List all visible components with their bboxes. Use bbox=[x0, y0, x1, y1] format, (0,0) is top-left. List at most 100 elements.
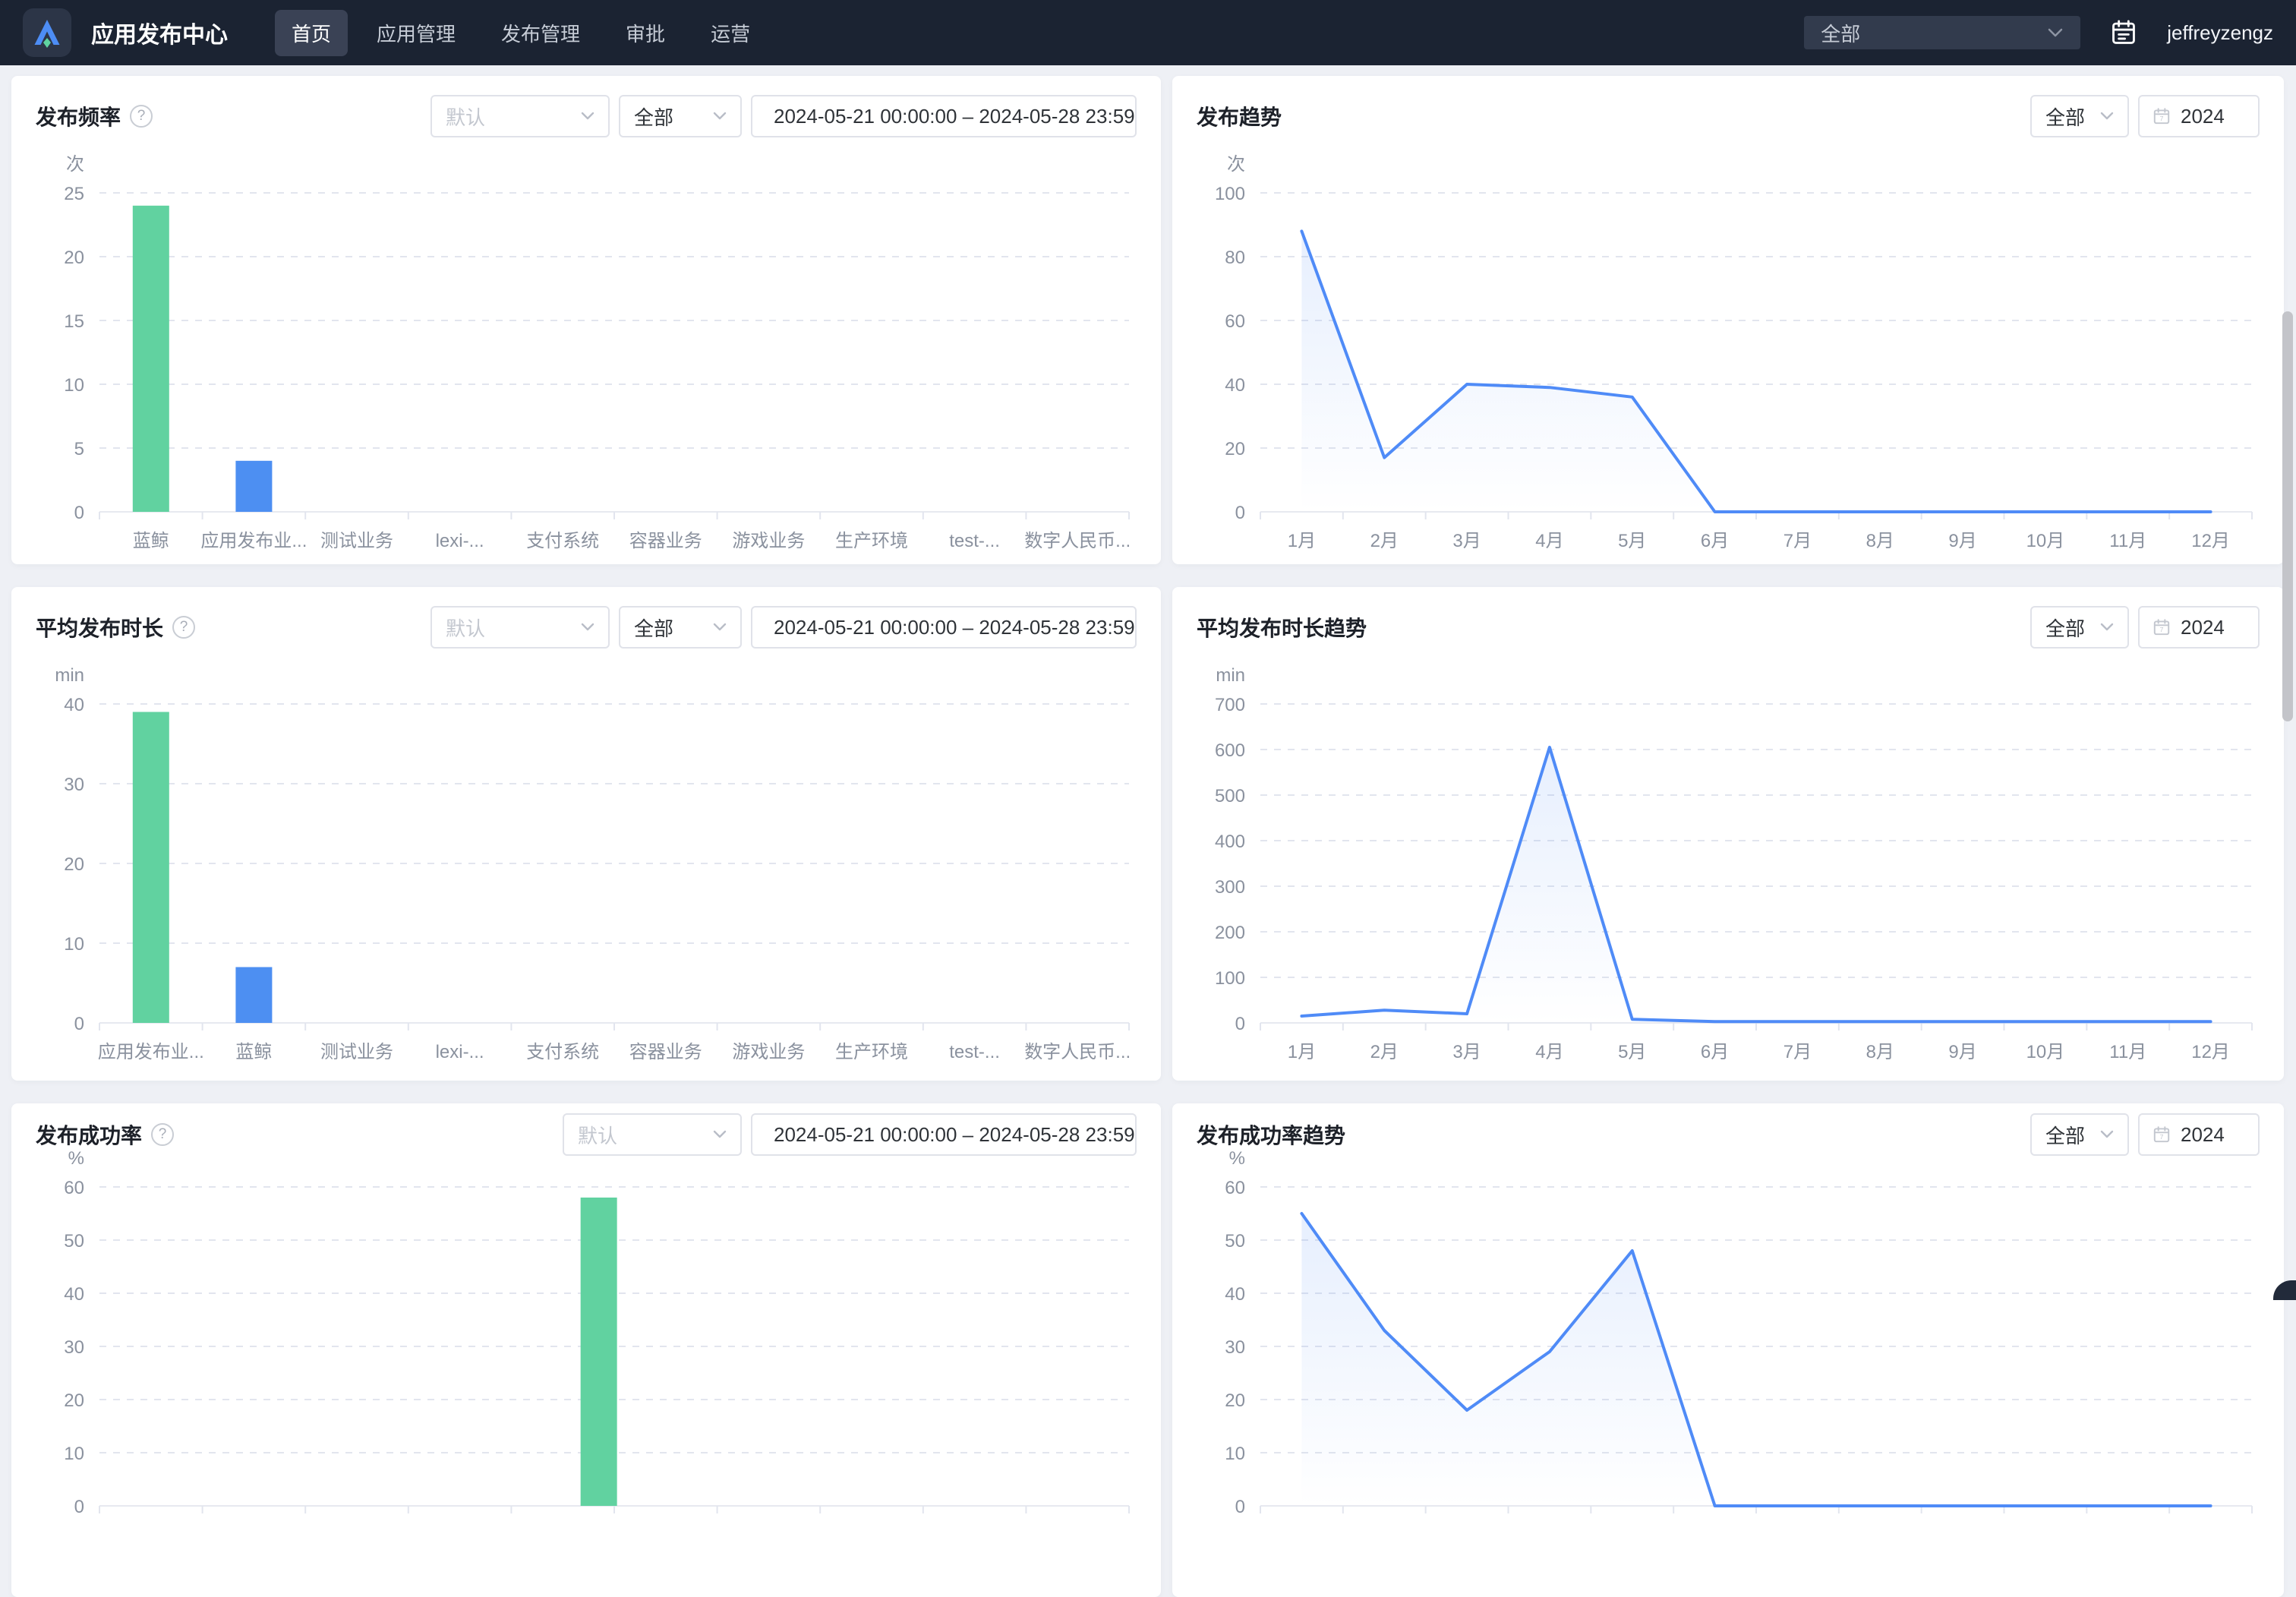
card-success-rate: 发布成功率 ? 默认 7 2024-05-21 00:00:00 – 2024-… bbox=[11, 1103, 1161, 1597]
svg-text:次: 次 bbox=[66, 154, 84, 175]
svg-text:7月: 7月 bbox=[1784, 1042, 1812, 1062]
svg-text:test-...: test-... bbox=[949, 531, 1000, 551]
bar-chart-success-rate: 0102030405060% bbox=[36, 1166, 1137, 1559]
metric-select[interactable]: 默认 bbox=[563, 1113, 742, 1156]
svg-text:游戏业务: 游戏业务 bbox=[732, 1042, 805, 1062]
svg-text:生产环境: 生产环境 bbox=[835, 531, 908, 551]
page-scrollbar-thumb[interactable] bbox=[2282, 311, 2293, 721]
svg-text:25: 25 bbox=[64, 184, 84, 204]
global-scope-value: 全部 bbox=[1821, 19, 1860, 47]
card-avg-duration: 平均发布时长 ? 默认 全部 7 2024-05-21 00:00:00 – 2… bbox=[11, 587, 1161, 1081]
card-release-trend: 发布趋势 全部 7 2024 020406080100次1月2月3月4月5月6月… bbox=[1172, 76, 2284, 564]
svg-text:5: 5 bbox=[74, 439, 84, 459]
svg-text:40: 40 bbox=[1225, 1284, 1245, 1305]
svg-text:10: 10 bbox=[64, 934, 84, 955]
svg-text:test-...: test-... bbox=[949, 1042, 1000, 1062]
svg-text:12月: 12月 bbox=[2191, 1042, 2230, 1062]
svg-text:600: 600 bbox=[1215, 740, 1245, 761]
tab-home[interactable]: 首页 bbox=[275, 10, 348, 56]
logo-icon bbox=[30, 16, 64, 49]
svg-text:400: 400 bbox=[1215, 832, 1245, 852]
card-release-frequency: 发布频率 ? 默认 全部 7 2024-05-21 00:00:00 – 202… bbox=[11, 76, 1161, 564]
svg-text:7月: 7月 bbox=[1784, 531, 1812, 551]
tab-release-management[interactable]: 发布管理 bbox=[484, 10, 597, 56]
svg-text:200: 200 bbox=[1215, 923, 1245, 943]
date-range-picker[interactable]: 7 2024-05-21 00:00:00 – 2024-05-28 23:59… bbox=[751, 1113, 1137, 1156]
chevron-down-icon bbox=[2100, 112, 2114, 121]
svg-text:6月: 6月 bbox=[1701, 1042, 1729, 1062]
svg-text:20: 20 bbox=[1225, 439, 1245, 459]
svg-text:30: 30 bbox=[64, 775, 84, 795]
main-nav: 首页 应用管理 发布管理 审批 运营 bbox=[275, 10, 767, 56]
svg-text:30: 30 bbox=[1225, 1337, 1245, 1358]
help-icon[interactable]: ? bbox=[172, 616, 195, 639]
svg-text:10: 10 bbox=[64, 1444, 84, 1464]
calendar-icon: 7 bbox=[2152, 617, 2171, 637]
svg-text:4月: 4月 bbox=[1535, 1042, 1563, 1062]
global-scope-select[interactable]: 全部 bbox=[1804, 16, 2080, 49]
svg-text:容器业务: 容器业务 bbox=[629, 531, 702, 551]
svg-text:20: 20 bbox=[1225, 1390, 1245, 1411]
scope-select[interactable]: 全部 bbox=[2030, 606, 2129, 649]
metric-select[interactable]: 默认 bbox=[430, 95, 610, 137]
date-range-picker[interactable]: 7 2024-05-21 00:00:00 – 2024-05-28 23:59… bbox=[751, 95, 1137, 137]
scope-select[interactable]: 全部 bbox=[2030, 1113, 2129, 1156]
svg-text:测试业务: 测试业务 bbox=[320, 531, 393, 551]
svg-text:100: 100 bbox=[1215, 184, 1245, 204]
svg-text:0: 0 bbox=[1235, 1497, 1245, 1517]
year-picker[interactable]: 7 2024 bbox=[2138, 606, 2260, 649]
bar-chart-release-frequency: 0510152025次蓝鲸应用发布业...测试业务lexi-...支付系统容器业… bbox=[36, 150, 1137, 565]
svg-text:50: 50 bbox=[1225, 1231, 1245, 1251]
svg-text:3月: 3月 bbox=[1452, 531, 1481, 551]
card-title-release-trend: 发布趋势 bbox=[1197, 101, 1282, 131]
scope-select[interactable]: 全部 bbox=[619, 95, 742, 137]
svg-text:6月: 6月 bbox=[1701, 531, 1729, 551]
card-title-success-rate-trend: 发布成功率趋势 bbox=[1197, 1119, 1345, 1150]
tab-app-management[interactable]: 应用管理 bbox=[360, 10, 472, 56]
svg-text:应用发布业...: 应用发布业... bbox=[200, 531, 307, 551]
line-chart-success-rate-trend: 0102030405060% bbox=[1197, 1166, 2260, 1559]
svg-text:0: 0 bbox=[74, 1014, 84, 1034]
schedule-calendar-icon[interactable] bbox=[2109, 18, 2138, 47]
chevron-down-icon bbox=[581, 112, 594, 121]
svg-text:3月: 3月 bbox=[1452, 1042, 1481, 1062]
svg-text:lexi-...: lexi-... bbox=[436, 1042, 484, 1062]
help-icon[interactable]: ? bbox=[151, 1123, 174, 1146]
chevron-down-icon bbox=[713, 112, 727, 121]
metric-select[interactable]: 默认 bbox=[430, 606, 610, 649]
svg-text:20: 20 bbox=[64, 248, 84, 268]
card-success-rate-trend: 发布成功率趋势 全部 7 2024 0102030405060% bbox=[1172, 1103, 2284, 1597]
username[interactable]: jeffreyzengz bbox=[2167, 21, 2273, 45]
scope-select[interactable]: 全部 bbox=[619, 606, 742, 649]
scope-select[interactable]: 全部 bbox=[2030, 95, 2129, 137]
svg-text:10月: 10月 bbox=[2026, 531, 2065, 551]
svg-text:300: 300 bbox=[1215, 877, 1245, 898]
calendar-icon: 7 bbox=[2152, 106, 2171, 126]
svg-text:11月: 11月 bbox=[2109, 531, 2146, 551]
tab-operations[interactable]: 运营 bbox=[694, 10, 767, 56]
svg-text:生产环境: 生产环境 bbox=[835, 1042, 908, 1062]
svg-text:80: 80 bbox=[1225, 248, 1245, 268]
svg-text:40: 40 bbox=[64, 1284, 84, 1305]
svg-text:测试业务: 测试业务 bbox=[320, 1042, 393, 1062]
svg-text:11月: 11月 bbox=[2109, 1042, 2146, 1062]
year-picker[interactable]: 7 2024 bbox=[2138, 95, 2260, 137]
svg-text:40: 40 bbox=[1225, 375, 1245, 396]
svg-text:10: 10 bbox=[1225, 1444, 1245, 1464]
svg-text:数字人民币...: 数字人民币... bbox=[1024, 1042, 1131, 1062]
svg-text:应用发布业...: 应用发布业... bbox=[98, 1042, 204, 1062]
tab-approval[interactable]: 审批 bbox=[609, 10, 682, 56]
date-range-picker[interactable]: 7 2024-05-21 00:00:00 – 2024-05-28 23:59… bbox=[751, 606, 1137, 649]
card-title-release-frequency: 发布频率 bbox=[36, 101, 121, 131]
dashboard-grid: 发布频率 ? 默认 全部 7 2024-05-21 00:00:00 – 202… bbox=[0, 65, 2296, 1597]
chevron-down-icon bbox=[2100, 623, 2114, 632]
card-avg-duration-trend: 平均发布时长趋势 全部 7 2024 010020030040050060070… bbox=[1172, 587, 2284, 1081]
year-picker[interactable]: 7 2024 bbox=[2138, 1113, 2260, 1156]
svg-text:12月: 12月 bbox=[2191, 531, 2230, 551]
svg-text:8月: 8月 bbox=[1866, 1042, 1894, 1062]
svg-text:500: 500 bbox=[1215, 786, 1245, 806]
bar-chart-avg-duration: 010203040min应用发布业...蓝鲸测试业务lexi-...支付系统容器… bbox=[36, 661, 1137, 1076]
app-logo[interactable] bbox=[23, 8, 71, 57]
help-icon[interactable]: ? bbox=[130, 105, 153, 128]
line-chart-avg-duration-trend: 0100200300400500600700min1月2月3月4月5月6月7月8… bbox=[1197, 661, 2260, 1076]
